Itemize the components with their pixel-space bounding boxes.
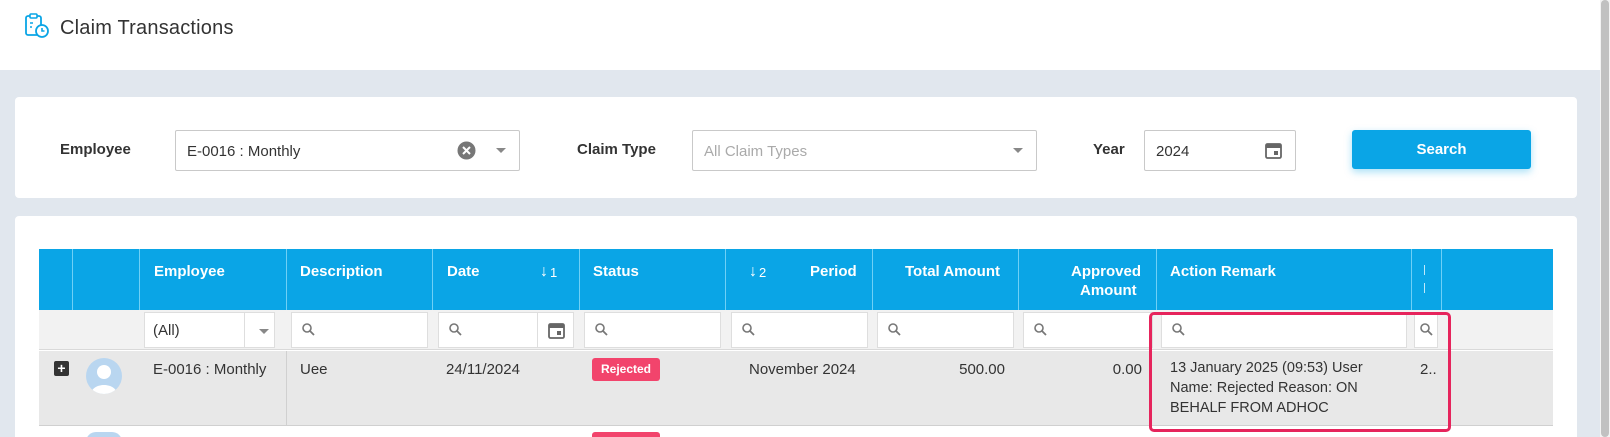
search-icon — [302, 323, 315, 336]
total-amount-filter-input[interactable] — [877, 312, 1014, 348]
column-divider — [1156, 249, 1157, 310]
claim-type-select[interactable]: All Claim Types — [692, 130, 1037, 171]
search-button[interactable]: Search — [1352, 130, 1531, 169]
cell-total-amount: 500.00 — [959, 361, 1005, 378]
calendar-icon[interactable] — [1265, 142, 1282, 159]
column-divider — [286, 249, 287, 310]
column-divider — [872, 249, 873, 310]
column-divider — [725, 249, 726, 310]
employee-select-value: E-0016 : Monthly — [187, 143, 301, 160]
column-divider — [1018, 249, 1019, 310]
column-resize-handle[interactable] — [1424, 265, 1425, 275]
column-header-approved-amount[interactable]: Approved — [1071, 263, 1141, 280]
column-divider — [579, 249, 580, 310]
cell-approved-amount: 0.00 — [1112, 361, 1142, 378]
year-input-value: 2024 — [1156, 143, 1190, 160]
highlight-box — [1149, 312, 1451, 432]
date-filter-input[interactable] — [438, 312, 574, 348]
cell-period: November 2024 — [749, 361, 856, 378]
column-header-status[interactable]: Status — [593, 263, 639, 280]
column-header-total-amount[interactable]: Total Amount — [905, 263, 1000, 280]
search-icon — [595, 323, 608, 336]
column-resize-handle[interactable] — [1424, 283, 1425, 293]
employee-filter-value: (All) — [153, 322, 180, 339]
column-divider — [286, 351, 287, 426]
cell-employee: E-0016 : Monthly — [153, 361, 267, 378]
page-title: Claim Transactions — [60, 17, 234, 39]
sort-order-period: 2 — [759, 265, 767, 280]
column-header-action-remark[interactable]: Action Remark — [1170, 263, 1276, 280]
search-icon — [449, 323, 462, 336]
column-header-period[interactable]: Period — [810, 263, 857, 280]
divider — [537, 313, 538, 347]
employee-label: Employee — [60, 141, 131, 158]
column-header-description[interactable]: Description — [300, 263, 383, 280]
search-icon — [1034, 323, 1047, 336]
employee-select[interactable]: E-0016 : Monthly — [175, 130, 520, 171]
divider — [244, 313, 245, 347]
chevron-down-icon[interactable] — [1013, 148, 1023, 153]
status-badge — [592, 432, 660, 437]
column-divider — [72, 249, 73, 310]
calendar-icon[interactable] — [548, 322, 565, 339]
sort-order-date: 1 — [550, 265, 558, 280]
scrollbar-thumb[interactable] — [1601, 0, 1609, 437]
approved-amount-filter-input[interactable] — [1023, 312, 1153, 348]
column-divider — [1411, 249, 1412, 310]
column-header-date[interactable]: Date — [447, 263, 480, 280]
year-label: Year — [1093, 141, 1125, 158]
search-icon — [742, 323, 755, 336]
status-filter-input[interactable] — [584, 312, 721, 348]
avatar — [86, 358, 122, 394]
employee-filter-select[interactable]: (All) — [144, 312, 275, 348]
column-header-approved-amount-line2: Amount — [1080, 282, 1137, 299]
description-filter-input[interactable] — [291, 312, 428, 348]
chevron-down-icon[interactable] — [496, 148, 506, 153]
column-divider — [1441, 249, 1442, 310]
chevron-down-icon[interactable] — [259, 329, 269, 334]
clear-icon[interactable] — [457, 141, 476, 160]
user-silhouette-icon — [91, 365, 117, 394]
search-icon — [888, 323, 901, 336]
claim-type-placeholder: All Claim Types — [704, 143, 808, 160]
column-divider — [432, 249, 433, 310]
cell-description: Uee — [300, 361, 328, 378]
claim-type-label: Claim Type — [577, 141, 656, 158]
sort-down-icon: ↓ — [749, 263, 757, 280]
year-input[interactable]: 2024 — [1144, 130, 1296, 171]
avatar — [86, 432, 122, 437]
period-filter-input[interactable] — [731, 312, 868, 348]
column-divider — [139, 249, 140, 310]
sort-down-icon: ↓ — [540, 263, 548, 280]
cell-date: 24/11/2024 — [446, 361, 520, 378]
status-badge: Rejected — [592, 358, 660, 381]
top-bar: Claim Transactions — [0, 0, 1600, 70]
expand-row-icon[interactable]: + — [54, 361, 69, 376]
grid-header: Employee Description Date ↓ 1 Status ↓ 2… — [39, 249, 1553, 310]
column-header-employee[interactable]: Employee — [154, 263, 225, 280]
clipboard-clock-icon — [25, 13, 49, 38]
